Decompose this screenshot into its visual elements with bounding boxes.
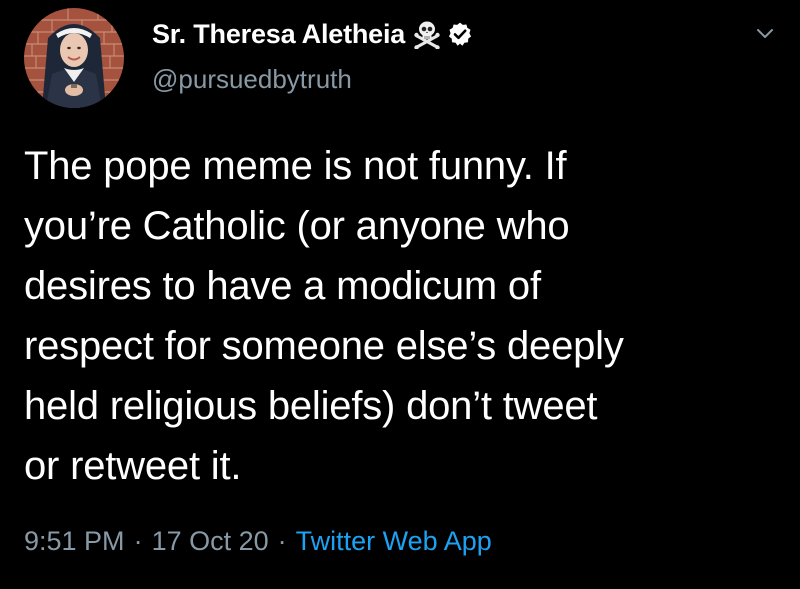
tweet-date[interactable]: 17 Oct 20	[152, 526, 269, 557]
meta-separator: ·	[133, 526, 143, 556]
tweet-text: The pope meme is not funny. If you’re Ca…	[24, 144, 624, 488]
verified-badge-icon	[447, 21, 473, 47]
tweet-source-link[interactable]: Twitter Web App	[296, 526, 492, 557]
tweet-meta: 9:51 PM · 17 Oct 20 · Twitter Web App	[24, 526, 492, 557]
user-handle[interactable]: @pursuedbytruth	[152, 64, 352, 95]
tweet-card: Sr. Theresa Aletheia @pursuedbytruth The…	[0, 0, 800, 589]
avatar-image	[24, 8, 124, 108]
avatar[interactable]	[24, 8, 124, 108]
skull-crossbones-icon	[412, 19, 442, 49]
author-name-row[interactable]: Sr. Theresa Aletheia	[152, 16, 473, 52]
meta-separator: ·	[277, 526, 287, 556]
display-name[interactable]: Sr. Theresa Aletheia	[152, 19, 405, 50]
chevron-down-icon[interactable]	[752, 20, 778, 46]
tweet-time[interactable]: 9:51 PM	[24, 526, 125, 557]
